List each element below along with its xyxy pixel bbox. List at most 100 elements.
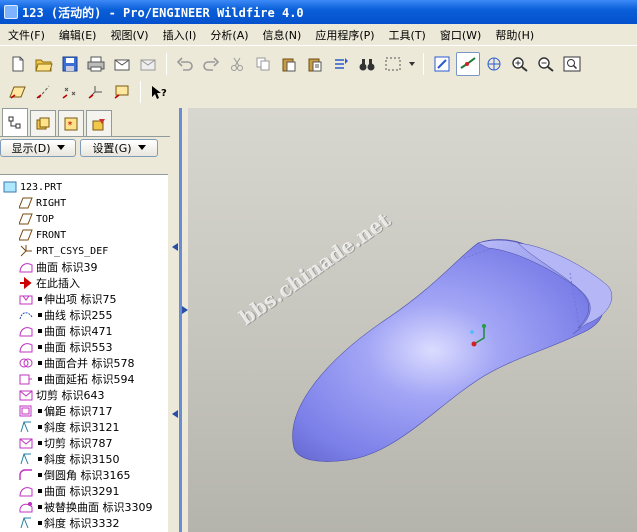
tree-item-label: 偏距 标识717	[44, 405, 113, 418]
tree-item[interactable]: 斜度 标识3150	[0, 451, 168, 467]
select-box-icon[interactable]	[381, 52, 405, 76]
undo-icon[interactable]	[173, 52, 197, 76]
tree-item[interactable]: 伸出项 标识75	[0, 291, 168, 307]
send-mail-zip-icon[interactable]	[136, 52, 160, 76]
datum-axis-display-icon[interactable]	[32, 80, 56, 104]
menu-analysis[interactable]: 分析(A)	[204, 25, 254, 45]
regen-status-marker	[38, 505, 42, 509]
part-icon	[2, 180, 18, 194]
redo-icon[interactable]	[199, 52, 223, 76]
datum-plane-icon	[18, 212, 34, 226]
chevron-down-icon	[56, 144, 65, 150]
collapse-arrow-icon[interactable]	[172, 410, 178, 418]
tree-item-label: FRONT	[36, 229, 67, 241]
tab-folder-browser[interactable]	[30, 110, 56, 136]
orient-mode-icon[interactable]	[482, 52, 506, 76]
tree-item-label: 倒圆角 标识3165	[44, 469, 131, 482]
spin-center-icon[interactable]	[456, 52, 480, 76]
copy-icon[interactable]	[251, 52, 275, 76]
menu-applications[interactable]: 应用程序(P)	[309, 25, 380, 45]
menu-tools[interactable]: 工具(T)	[383, 25, 432, 45]
surface-icon	[18, 340, 34, 354]
zoom-out-icon[interactable]	[534, 52, 558, 76]
csys-icon	[18, 244, 34, 258]
tree-item-label: 曲面合并 标识578	[44, 357, 135, 370]
chevron-down-icon[interactable]	[407, 52, 417, 76]
tree-item-label: 斜度 标识3332	[44, 517, 120, 530]
settings-dropdown[interactable]: 设置(G)	[80, 138, 158, 157]
tree-item[interactable]: 曲面 标识39	[0, 259, 168, 275]
new-file-icon[interactable]	[6, 52, 30, 76]
offset-icon	[18, 404, 34, 418]
menu-info[interactable]: 信息(N)	[257, 25, 308, 45]
csys-display-icon[interactable]	[84, 80, 108, 104]
datum-toolbar: ?	[0, 78, 200, 106]
tree-item[interactable]: 切剪 标识643	[0, 387, 168, 403]
tree-item[interactable]: 曲面合并 标识578	[0, 355, 168, 371]
toolbar-separator	[140, 81, 141, 103]
toolbar-separator	[166, 53, 167, 75]
tree-root[interactable]: 123.PRT	[0, 179, 168, 195]
cut-icon	[18, 436, 34, 450]
tree-item[interactable]: 偏距 标识717	[0, 403, 168, 419]
annotation-display-icon[interactable]	[110, 80, 134, 104]
open-folder-icon[interactable]	[32, 52, 56, 76]
save-icon[interactable]	[58, 52, 82, 76]
tree-item[interactable]: 切剪 标识787	[0, 435, 168, 451]
tree-item[interactable]: PRT_CSYS_DEF	[0, 243, 168, 259]
collapse-arrow-icon[interactable]	[172, 243, 178, 251]
regenerate-icon[interactable]	[329, 52, 353, 76]
tree-item[interactable]: 曲面 标识553	[0, 339, 168, 355]
regen-status-marker	[38, 473, 42, 477]
tree-item[interactable]: FRONT	[0, 227, 168, 243]
menu-help[interactable]: 帮助(H)	[489, 25, 540, 45]
menu-insert[interactable]: 插入(I)	[157, 25, 203, 45]
window-title: 123 (活动的) - Pro/ENGINEER Wildfire 4.0	[22, 5, 304, 20]
panel-splitter[interactable]	[170, 108, 188, 532]
menu-window[interactable]: 窗口(W)	[434, 25, 487, 45]
extrude-icon	[18, 292, 34, 306]
tree-item-label: 斜度 标识3150	[44, 453, 120, 466]
menu-view[interactable]: 视图(V)	[104, 25, 154, 45]
insert-arrow-icon	[18, 276, 34, 290]
draft-icon	[18, 452, 34, 466]
tree-item-label: TOP	[36, 213, 55, 225]
tree-item[interactable]: 斜度 标识3332	[0, 515, 168, 531]
datum-plane-display-icon[interactable]	[6, 80, 30, 104]
tree-item-label: 伸出项 标识75	[44, 293, 117, 306]
paste-icon[interactable]	[277, 52, 301, 76]
refit-icon[interactable]	[560, 52, 584, 76]
tree-item[interactable]: 曲线 标识255	[0, 307, 168, 323]
cut-icon[interactable]	[225, 52, 249, 76]
tab-model-tree[interactable]	[2, 108, 28, 136]
regen-status-marker	[38, 329, 42, 333]
toolbar-separator	[423, 53, 424, 75]
regen-status-marker	[38, 313, 42, 317]
surface-icon	[18, 484, 34, 498]
zoom-in-icon[interactable]	[508, 52, 532, 76]
tree-item[interactable]: 倒圆角 标识3165	[0, 467, 168, 483]
send-mail-icon[interactable]	[110, 52, 134, 76]
tree-item[interactable]: 曲面 标识471	[0, 323, 168, 339]
datum-point-display-icon[interactable]	[58, 80, 82, 104]
tree-item[interactable]: TOP	[0, 211, 168, 227]
tree-item-label: 被替换曲面 标识3309	[44, 501, 153, 514]
tree-item[interactable]: 被替换曲面 标识3309	[0, 499, 168, 515]
menu-file[interactable]: 文件(F)	[2, 25, 51, 45]
paste-special-icon[interactable]	[303, 52, 327, 76]
tab-favorites[interactable]: *	[58, 110, 84, 136]
menu-edit[interactable]: 编辑(E)	[53, 25, 103, 45]
show-dropdown[interactable]: 显示(D)	[0, 138, 76, 157]
repaint-icon[interactable]	[430, 52, 454, 76]
tree-item[interactable]: 斜度 标识3121	[0, 419, 168, 435]
tree-item[interactable]: 曲面 标识3291	[0, 483, 168, 499]
search-binoculars-icon[interactable]	[355, 52, 379, 76]
splitter-bar[interactable]	[179, 108, 182, 532]
tree-item[interactable]: 曲面延拓 标识594	[0, 371, 168, 387]
print-icon[interactable]	[84, 52, 108, 76]
tree-item[interactable]: RIGHT	[0, 195, 168, 211]
context-help-icon[interactable]: ?	[147, 80, 171, 104]
curve-icon	[18, 308, 34, 322]
tab-connections[interactable]	[86, 110, 112, 136]
tree-item[interactable]: 在此插入	[0, 275, 168, 291]
